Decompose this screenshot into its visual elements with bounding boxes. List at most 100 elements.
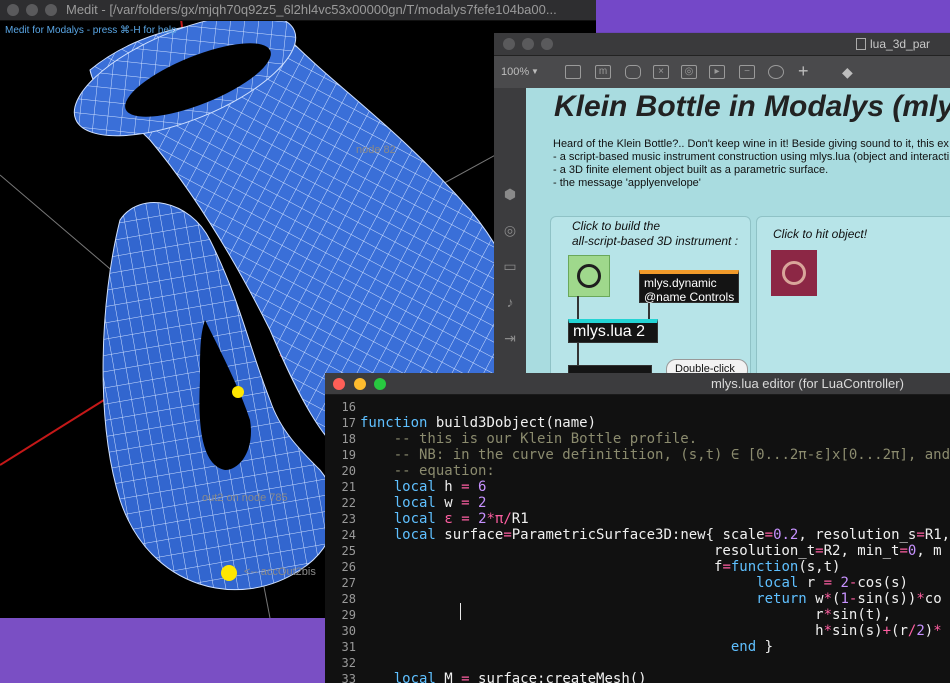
code-line[interactable]: 22 local w = 2 [325, 495, 950, 511]
code-text[interactable]: -- NB: in the curve definitition, (s,t) … [360, 447, 950, 463]
patch-heading: Klein Bottle in Modalys (mly [554, 90, 950, 123]
code-line[interactable]: 20 -- equation: [325, 463, 950, 479]
code-text[interactable]: -- equation: [360, 463, 495, 479]
code-text[interactable]: f=function(s,t) [360, 559, 840, 575]
build-button[interactable] [568, 255, 610, 297]
patch-cord [577, 343, 579, 365]
description-line: Heard of the Klein Bottle?.. Don't keep … [553, 138, 949, 150]
line-number: 32 [341, 656, 356, 670]
editor-window-title: mlys.lua editor (for LuaController) [711, 376, 904, 391]
minimize-button[interactable] [26, 4, 38, 16]
minimize-button[interactable] [354, 378, 366, 390]
code-text[interactable]: resolution_t=R2, min_t=0, m [360, 543, 942, 559]
bang-icon [577, 264, 601, 288]
minus-icon[interactable]: − [739, 65, 755, 79]
patcher-titlebar[interactable]: lua_3d_par [494, 33, 950, 56]
zoom-level[interactable]: 100% [501, 66, 529, 78]
code-text[interactable]: local M = surface:createMesh() [360, 671, 647, 683]
note-icon[interactable]: m [595, 65, 611, 79]
build-panel-label: Click to build the all-script-based 3D i… [572, 219, 739, 248]
code-line[interactable]: 29 r*sin(t), [325, 607, 950, 623]
patch-cord [648, 303, 650, 319]
line-number: 20 [341, 464, 356, 478]
code-text[interactable]: local w = 2 [360, 495, 487, 511]
code-line[interactable]: 32 [325, 655, 950, 671]
line-number: 25 [341, 544, 356, 558]
line-number: 29 [341, 608, 356, 622]
code-line[interactable]: 30 h*sin(s)+(r/2)* [325, 623, 950, 639]
code-text[interactable]: h*sin(s)+(r/2)* [360, 623, 942, 639]
record-icon[interactable]: ◎ [502, 222, 518, 238]
medit-help-hint: Medit for Modalys - press ⌘-H for help [5, 25, 177, 36]
build-panel: Click to build the all-script-based 3D i… [550, 216, 751, 378]
paint-bucket-icon[interactable]: ◆ [842, 64, 853, 81]
code-line[interactable]: 24 local surface=ParametricSurface3D:new… [325, 527, 950, 543]
close-button[interactable] [333, 378, 345, 390]
target-icon[interactable]: ◎ [681, 65, 697, 79]
gauge-icon[interactable] [768, 65, 784, 79]
line-number: 30 [341, 624, 356, 638]
code-line[interactable]: 31 end } [325, 639, 950, 655]
zoom-button[interactable] [45, 4, 57, 16]
code-area[interactable]: 16 17 function build3Dobject(name) 18 -- th… [325, 395, 950, 683]
code-text[interactable]: local r = 2-cos(s) [360, 575, 908, 591]
mlys-lua-object[interactable]: mlys.lua 2 [568, 319, 658, 343]
zoom-button[interactable] [541, 38, 553, 50]
code-text[interactable]: local surface=ParametricSurface3D:new{ s… [360, 527, 950, 543]
code-line[interactable]: 33 local M = surface:createMesh() [325, 671, 950, 683]
close-button[interactable] [7, 4, 19, 16]
code-text[interactable]: r*sin(t), [360, 607, 891, 623]
line-number: 21 [341, 480, 356, 494]
code-text[interactable]: local h = 6 [360, 479, 487, 495]
comment-icon[interactable] [625, 65, 641, 79]
description-line: - the message 'applyenvelope' [553, 177, 701, 189]
hit-button[interactable] [771, 250, 817, 296]
patcher-window-title: lua_3d_par [870, 37, 931, 51]
close-button[interactable] [503, 38, 515, 50]
code-line[interactable]: 26 f=function(s,t) [325, 559, 950, 575]
cube-icon[interactable]: ⬢ [502, 186, 518, 202]
editor-titlebar[interactable]: mlys.lua editor (for LuaController) [325, 373, 950, 395]
line-number: 19 [341, 448, 356, 462]
chevron-down-icon[interactable]: ▼ [531, 67, 539, 76]
zoom-button[interactable] [374, 378, 386, 390]
code-line[interactable]: 18 -- this is our Klein Bottle profile. [325, 431, 950, 447]
code-text[interactable]: local ε = 2*π/R1 [360, 511, 529, 527]
code-line[interactable]: 21 local h = 6 [325, 479, 950, 495]
document-icon [856, 38, 866, 50]
node-label: node 82 [356, 144, 396, 156]
code-line[interactable]: 19 -- NB: in the curve definitition, (s,… [325, 447, 950, 463]
minimize-button[interactable] [522, 38, 534, 50]
code-text[interactable]: -- this is our Klein Bottle profile. [360, 431, 697, 447]
code-line[interactable]: 23 local ε = 2*π/R1 [325, 511, 950, 527]
node-label: <-- accOut2bis [244, 566, 316, 578]
code-line[interactable]: 28 return w*(1-sin(s))*co [325, 591, 950, 607]
text-cursor [460, 603, 461, 620]
patcher-toolbar: 100% ▼ m × ◎ ▸ − + ◆ [494, 56, 950, 88]
music-note-icon[interactable]: ♪ [502, 294, 518, 310]
mlys-dynamic-object[interactable]: mlys.dynamic @name Controls [639, 270, 739, 304]
desktop-background-bottom [0, 618, 330, 683]
medit-titlebar[interactable]: Medit - [/var/folders/gx/mjqh70q92z5_6l2… [0, 0, 596, 21]
bang-icon [782, 261, 806, 285]
code-line[interactable]: 25 resolution_t=R2, min_t=0, m [325, 543, 950, 559]
code-line[interactable]: 16 [325, 399, 950, 415]
code-text[interactable]: end } [360, 639, 773, 655]
step-icon[interactable]: ⇥ [502, 330, 518, 346]
line-number: 28 [341, 592, 356, 606]
patcher-canvas[interactable]: Klein Bottle in Modalys (mly Heard of th… [526, 88, 950, 378]
presentation-icon[interactable] [565, 65, 581, 79]
add-icon[interactable]: + [798, 61, 809, 82]
patcher-sidebar: ⬢ ◎ ▭ ♪ ⇥ [494, 88, 526, 378]
line-number: 31 [341, 640, 356, 654]
play-icon[interactable]: ▸ [709, 65, 725, 79]
patcher-window: lua_3d_par 100% ▼ m × ◎ ▸ − + ◆ ⬢ ◎ ▭ ♪ … [494, 33, 950, 378]
code-text[interactable]: return w*(1-sin(s))*co [360, 591, 942, 607]
film-icon[interactable]: ▭ [502, 258, 518, 274]
code-text[interactable]: function build3Dobject(name) [360, 415, 596, 431]
code-line[interactable]: 27 local r = 2-cos(s) [325, 575, 950, 591]
desktop-background [596, 0, 950, 32]
delete-icon[interactable]: × [653, 65, 669, 79]
patch-cord [577, 296, 579, 319]
code-line[interactable]: 17 function build3Dobject(name) [325, 415, 950, 431]
